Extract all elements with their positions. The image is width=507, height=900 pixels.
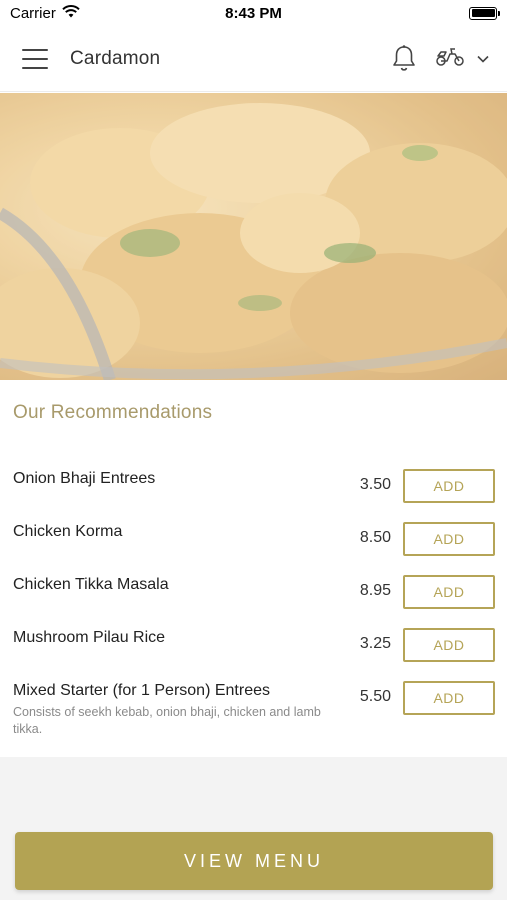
wifi-icon <box>62 4 80 22</box>
add-button[interactable]: ADD <box>403 522 495 556</box>
status-left: Carrier <box>10 5 80 22</box>
menu-icon[interactable] <box>22 48 48 69</box>
add-button[interactable]: ADD <box>403 628 495 662</box>
hero-image <box>0 93 507 380</box>
item-price: 5.50 <box>359 688 391 705</box>
list-item: Onion Bhaji Entrees 3.50 ADD <box>0 458 507 511</box>
item-name: Onion Bhaji Entrees <box>13 470 156 487</box>
header-actions <box>391 44 489 74</box>
bell-icon[interactable] <box>391 44 417 74</box>
delivery-selector[interactable] <box>435 45 489 72</box>
item-name: Chicken Tikka Masala <box>13 576 169 593</box>
recommendations-list: Onion Bhaji Entrees 3.50 ADD Chicken Kor… <box>0 458 507 760</box>
scooter-icon <box>435 45 465 72</box>
item-price: 8.95 <box>359 582 391 599</box>
add-button[interactable]: ADD <box>403 469 495 503</box>
item-price: 3.50 <box>359 476 391 493</box>
list-item: Chicken Tikka Masala 8.95 ADD <box>0 564 507 617</box>
list-item: Chicken Korma 8.50 ADD <box>0 511 507 564</box>
item-name: Mushroom Pilau Rice <box>13 629 166 646</box>
item-price: 3.25 <box>359 635 391 652</box>
add-button[interactable]: ADD <box>403 681 495 715</box>
item-name: Chicken Korma <box>13 523 123 540</box>
item-name: Mixed Starter (for 1 Person) Entrees <box>13 682 270 699</box>
status-bar: Carrier 8:43 PM <box>0 0 507 26</box>
view-menu-button[interactable]: VIEW MENU <box>15 832 493 890</box>
list-item: Mushroom Pilau Rice 3.25 ADD <box>0 617 507 670</box>
carrier-label: Carrier <box>10 4 56 22</box>
item-price: 8.50 <box>359 529 391 546</box>
item-description: Consists of seekh kebab, onion bhaji, ch… <box>13 705 321 736</box>
page-title: Cardamon <box>70 47 161 69</box>
app-header: Cardamon <box>0 26 507 92</box>
battery-icon <box>469 6 500 20</box>
add-button[interactable]: ADD <box>403 575 495 609</box>
recommendations-title: Our Recommendations <box>13 402 213 423</box>
chevron-down-icon <box>477 50 489 68</box>
list-item: Mixed Starter (for 1 Person) Entrees Con… <box>0 670 507 760</box>
